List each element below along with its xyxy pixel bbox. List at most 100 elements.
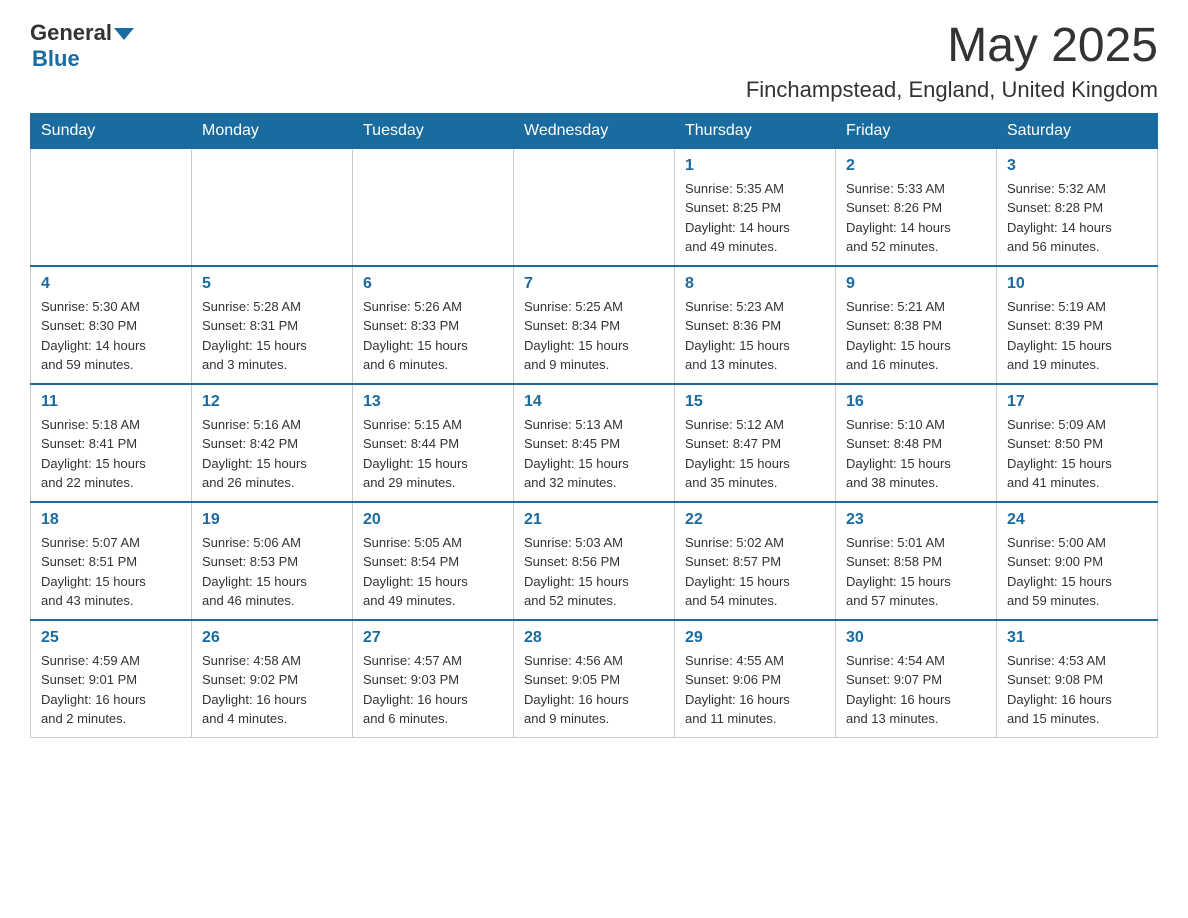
logo-blue-text: Blue [32,46,80,72]
calendar-week-row: 4Sunrise: 5:30 AMSunset: 8:30 PMDaylight… [31,266,1158,384]
month-title: May 2025 [746,20,1158,73]
day-number: 22 [685,511,825,529]
day-info: Sunset: 8:54 PM [363,552,503,572]
day-info: Sunrise: 5:19 AM [1007,297,1147,317]
day-info: Sunrise: 5:00 AM [1007,533,1147,553]
day-info: Sunset: 9:00 PM [1007,552,1147,572]
day-info: and 9 minutes. [524,709,664,729]
logo: General Blue [30,20,134,72]
day-info: and 6 minutes. [363,709,503,729]
day-info: Sunrise: 5:02 AM [685,533,825,553]
day-info: Sunset: 9:02 PM [202,670,342,690]
day-info: Daylight: 15 hours [685,336,825,356]
table-row: 9Sunrise: 5:21 AMSunset: 8:38 PMDaylight… [836,266,997,384]
day-info: and 32 minutes. [524,473,664,493]
table-row: 4Sunrise: 5:30 AMSunset: 8:30 PMDaylight… [31,266,192,384]
day-info: Sunset: 8:56 PM [524,552,664,572]
table-row: 24Sunrise: 5:00 AMSunset: 9:00 PMDayligh… [997,502,1158,620]
day-info: Sunrise: 5:18 AM [41,415,181,435]
table-row [353,148,514,266]
day-info: Sunset: 9:06 PM [685,670,825,690]
day-info: Daylight: 16 hours [1007,690,1147,710]
day-info: and 35 minutes. [685,473,825,493]
day-info: Sunset: 8:30 PM [41,316,181,336]
day-number: 19 [202,511,342,529]
day-info: Sunrise: 4:53 AM [1007,651,1147,671]
col-saturday: Saturday [997,113,1158,148]
day-info: Daylight: 14 hours [846,218,986,238]
day-info: Daylight: 15 hours [524,336,664,356]
calendar-week-row: 25Sunrise: 4:59 AMSunset: 9:01 PMDayligh… [31,620,1158,738]
day-number: 7 [524,275,664,293]
logo-arrow-icon [114,28,134,40]
day-info: Daylight: 16 hours [524,690,664,710]
day-info: Daylight: 15 hours [846,454,986,474]
table-row: 16Sunrise: 5:10 AMSunset: 8:48 PMDayligh… [836,384,997,502]
day-number: 14 [524,393,664,411]
table-row: 31Sunrise: 4:53 AMSunset: 9:08 PMDayligh… [997,620,1158,738]
table-row: 8Sunrise: 5:23 AMSunset: 8:36 PMDaylight… [675,266,836,384]
day-info: Sunset: 8:26 PM [846,198,986,218]
day-info: Sunset: 8:44 PM [363,434,503,454]
page-header: General Blue May 2025 Finchampstead, Eng… [30,20,1158,103]
table-row: 15Sunrise: 5:12 AMSunset: 8:47 PMDayligh… [675,384,836,502]
day-info: and 13 minutes. [846,709,986,729]
day-number: 12 [202,393,342,411]
day-info: Sunset: 8:28 PM [1007,198,1147,218]
day-info: Sunset: 8:58 PM [846,552,986,572]
day-info: and 59 minutes. [1007,591,1147,611]
day-number: 4 [41,275,181,293]
day-info: Sunrise: 4:58 AM [202,651,342,671]
col-sunday: Sunday [31,113,192,148]
day-info: and 38 minutes. [846,473,986,493]
day-number: 13 [363,393,503,411]
day-number: 16 [846,393,986,411]
table-row: 23Sunrise: 5:01 AMSunset: 8:58 PMDayligh… [836,502,997,620]
day-info: and 57 minutes. [846,591,986,611]
day-info: Daylight: 16 hours [41,690,181,710]
day-info: and 46 minutes. [202,591,342,611]
day-info: Sunrise: 5:32 AM [1007,179,1147,199]
day-info: Daylight: 15 hours [846,336,986,356]
day-info: Sunset: 8:38 PM [846,316,986,336]
day-number: 1 [685,157,825,175]
day-info: and 41 minutes. [1007,473,1147,493]
table-row: 20Sunrise: 5:05 AMSunset: 8:54 PMDayligh… [353,502,514,620]
location-title: Finchampstead, England, United Kingdom [746,77,1158,103]
table-row: 6Sunrise: 5:26 AMSunset: 8:33 PMDaylight… [353,266,514,384]
day-info: Daylight: 14 hours [685,218,825,238]
table-row: 3Sunrise: 5:32 AMSunset: 8:28 PMDaylight… [997,148,1158,266]
day-info: Daylight: 15 hours [363,454,503,474]
day-info: Daylight: 15 hours [363,336,503,356]
day-info: Daylight: 14 hours [1007,218,1147,238]
day-number: 9 [846,275,986,293]
day-info: Daylight: 16 hours [363,690,503,710]
day-info: and 6 minutes. [363,355,503,375]
day-info: Daylight: 16 hours [846,690,986,710]
day-info: Sunrise: 5:09 AM [1007,415,1147,435]
day-info: Sunrise: 5:15 AM [363,415,503,435]
day-number: 24 [1007,511,1147,529]
day-info: Sunset: 8:34 PM [524,316,664,336]
day-info: Daylight: 16 hours [685,690,825,710]
day-info: Sunrise: 5:16 AM [202,415,342,435]
day-info: Sunset: 8:31 PM [202,316,342,336]
day-info: Sunrise: 5:06 AM [202,533,342,553]
calendar-header-row: Sunday Monday Tuesday Wednesday Thursday… [31,113,1158,148]
day-number: 30 [846,629,986,647]
calendar-week-row: 11Sunrise: 5:18 AMSunset: 8:41 PMDayligh… [31,384,1158,502]
day-info: Sunset: 8:48 PM [846,434,986,454]
day-info: Daylight: 15 hours [1007,454,1147,474]
day-number: 17 [1007,393,1147,411]
day-number: 20 [363,511,503,529]
day-number: 28 [524,629,664,647]
day-info: Sunrise: 5:25 AM [524,297,664,317]
col-tuesday: Tuesday [353,113,514,148]
day-info: Sunrise: 5:12 AM [685,415,825,435]
table-row: 29Sunrise: 4:55 AMSunset: 9:06 PMDayligh… [675,620,836,738]
table-row: 1Sunrise: 5:35 AMSunset: 8:25 PMDaylight… [675,148,836,266]
day-info: and 52 minutes. [846,237,986,257]
table-row: 11Sunrise: 5:18 AMSunset: 8:41 PMDayligh… [31,384,192,502]
col-thursday: Thursday [675,113,836,148]
day-info: Sunset: 8:39 PM [1007,316,1147,336]
